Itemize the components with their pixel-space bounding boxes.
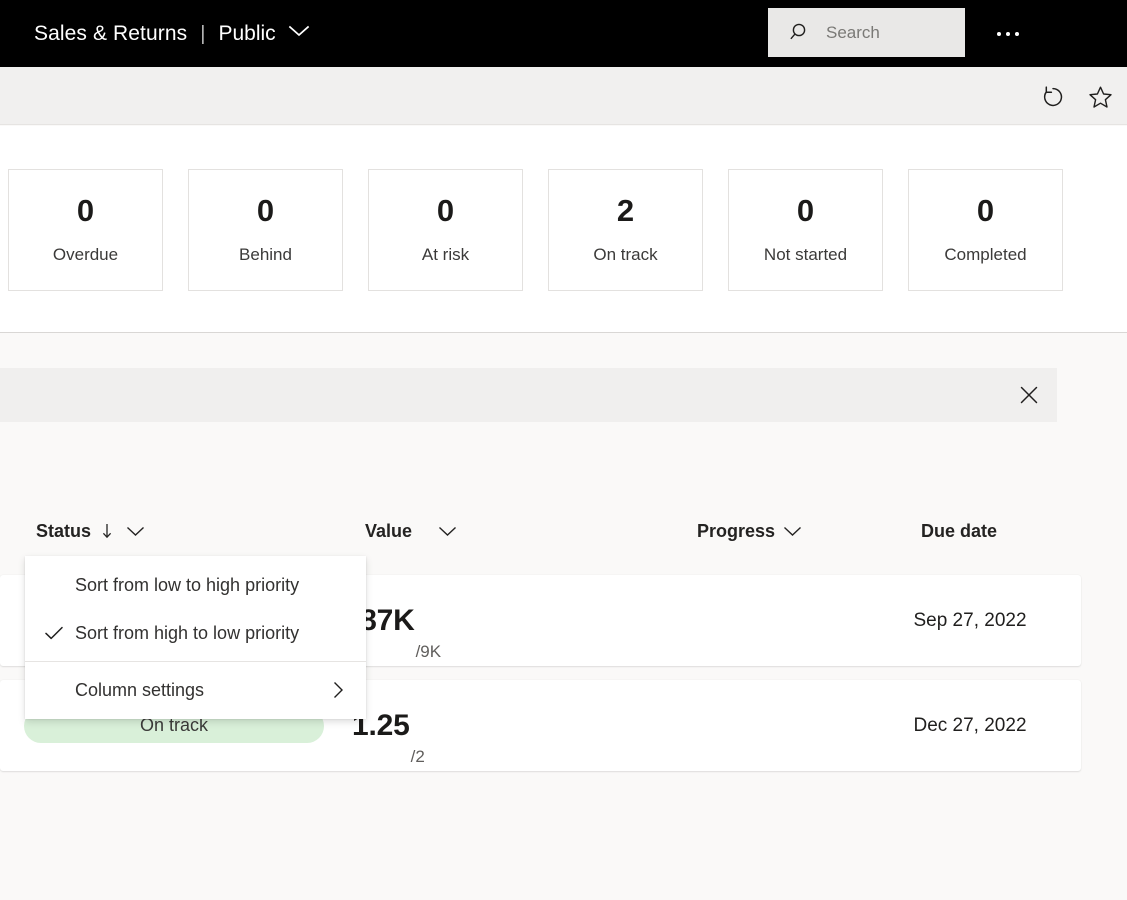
- kpi-label: Overdue: [52, 245, 119, 264]
- menu-divider: [25, 661, 366, 662]
- kpi-label: Completed: [944, 245, 1027, 264]
- column-header-label: Status: [36, 520, 92, 541]
- column-header-due-date[interactable]: Due date: [921, 521, 997, 542]
- kpi-card-list: 0 Overdue 0 Behind 0 At risk 2 On track …: [8, 169, 1063, 291]
- arrow-down-icon: [101, 522, 113, 540]
- table-header: Status Value Progress Due date: [0, 508, 1081, 554]
- kpi-value: 0: [436, 193, 455, 228]
- kpi-value: 0: [256, 193, 275, 228]
- chevron-down-icon[interactable]: [783, 525, 802, 537]
- row-due-date: Sep 27, 2022: [880, 575, 1060, 666]
- column-header-label: Progress: [697, 520, 776, 541]
- app-title: Sales & Returns: [34, 21, 188, 45]
- column-context-menu: Sort from low to high priority Sort from…: [25, 556, 366, 719]
- kpi-card-at-risk[interactable]: 0 At risk: [368, 169, 523, 291]
- kpi-value: 0: [796, 193, 815, 228]
- column-header-value[interactable]: Value: [365, 521, 457, 542]
- scope-label: Public: [218, 21, 276, 45]
- menu-item-label: Sort from high to low priority: [75, 622, 300, 643]
- kpi-card-completed[interactable]: 0 Completed: [908, 169, 1063, 291]
- kpi-card-on-track[interactable]: 2 On track: [548, 169, 703, 291]
- search-icon: [790, 22, 811, 43]
- kpi-value: 0: [76, 193, 95, 228]
- chevron-down-icon[interactable]: [288, 24, 310, 38]
- kpi-card-behind[interactable]: 0 Behind: [188, 169, 343, 291]
- kpi-label: At risk: [421, 245, 470, 264]
- chevron-down-icon[interactable]: [438, 525, 457, 537]
- row-due-date: Dec 27, 2022: [880, 680, 1060, 771]
- menu-item-sort-low-to-high[interactable]: Sort from low to high priority: [25, 561, 366, 609]
- filter-bar: [0, 368, 1057, 422]
- due-date-text: Dec 27, 2022: [913, 714, 1027, 736]
- menu-item-column-settings[interactable]: Column settings: [25, 666, 366, 714]
- breadcrumb-separator: |: [200, 22, 206, 45]
- due-date-text: Sep 27, 2022: [913, 609, 1027, 631]
- chevron-right-icon: [332, 680, 344, 700]
- value-target: /9K: [415, 642, 442, 661]
- column-header-label: Due date: [921, 520, 998, 541]
- command-bar: [0, 67, 1127, 125]
- kpi-card-not-started[interactable]: 0 Not started: [728, 169, 883, 291]
- kpi-value: 0: [976, 193, 995, 228]
- search-placeholder: Search: [826, 22, 880, 42]
- star-outline-icon[interactable]: [1084, 81, 1116, 113]
- value-target: /2: [410, 747, 425, 766]
- kpi-value: 2: [616, 193, 635, 228]
- ellipsis-icon[interactable]: [989, 18, 1027, 50]
- close-icon[interactable]: [1014, 380, 1044, 410]
- search-input[interactable]: Search: [768, 8, 965, 57]
- column-header-progress[interactable]: Progress: [697, 521, 802, 542]
- menu-item-sort-high-to-low[interactable]: Sort from high to low priority: [25, 609, 366, 657]
- refresh-icon[interactable]: [1037, 81, 1069, 113]
- menu-item-label: Sort from low to high priority: [75, 574, 300, 595]
- breadcrumb: Sales & Returns | Public: [34, 22, 310, 46]
- kpi-card-overdue[interactable]: 0 Overdue: [8, 169, 163, 291]
- menu-item-label: Column settings: [75, 679, 205, 700]
- kpi-label: Behind: [239, 245, 292, 264]
- kpi-label: On track: [593, 245, 658, 264]
- kpi-label: Not started: [763, 245, 848, 264]
- app-header: Sales & Returns | Public Search: [0, 0, 1127, 67]
- checkmark-icon: [44, 625, 64, 641]
- kpi-summary-strip: 0 Overdue 0 Behind 0 At risk 2 On track …: [0, 126, 1127, 333]
- chevron-down-icon[interactable]: [126, 525, 145, 537]
- column-header-status[interactable]: Status: [36, 521, 145, 542]
- column-header-label: Value: [365, 520, 413, 541]
